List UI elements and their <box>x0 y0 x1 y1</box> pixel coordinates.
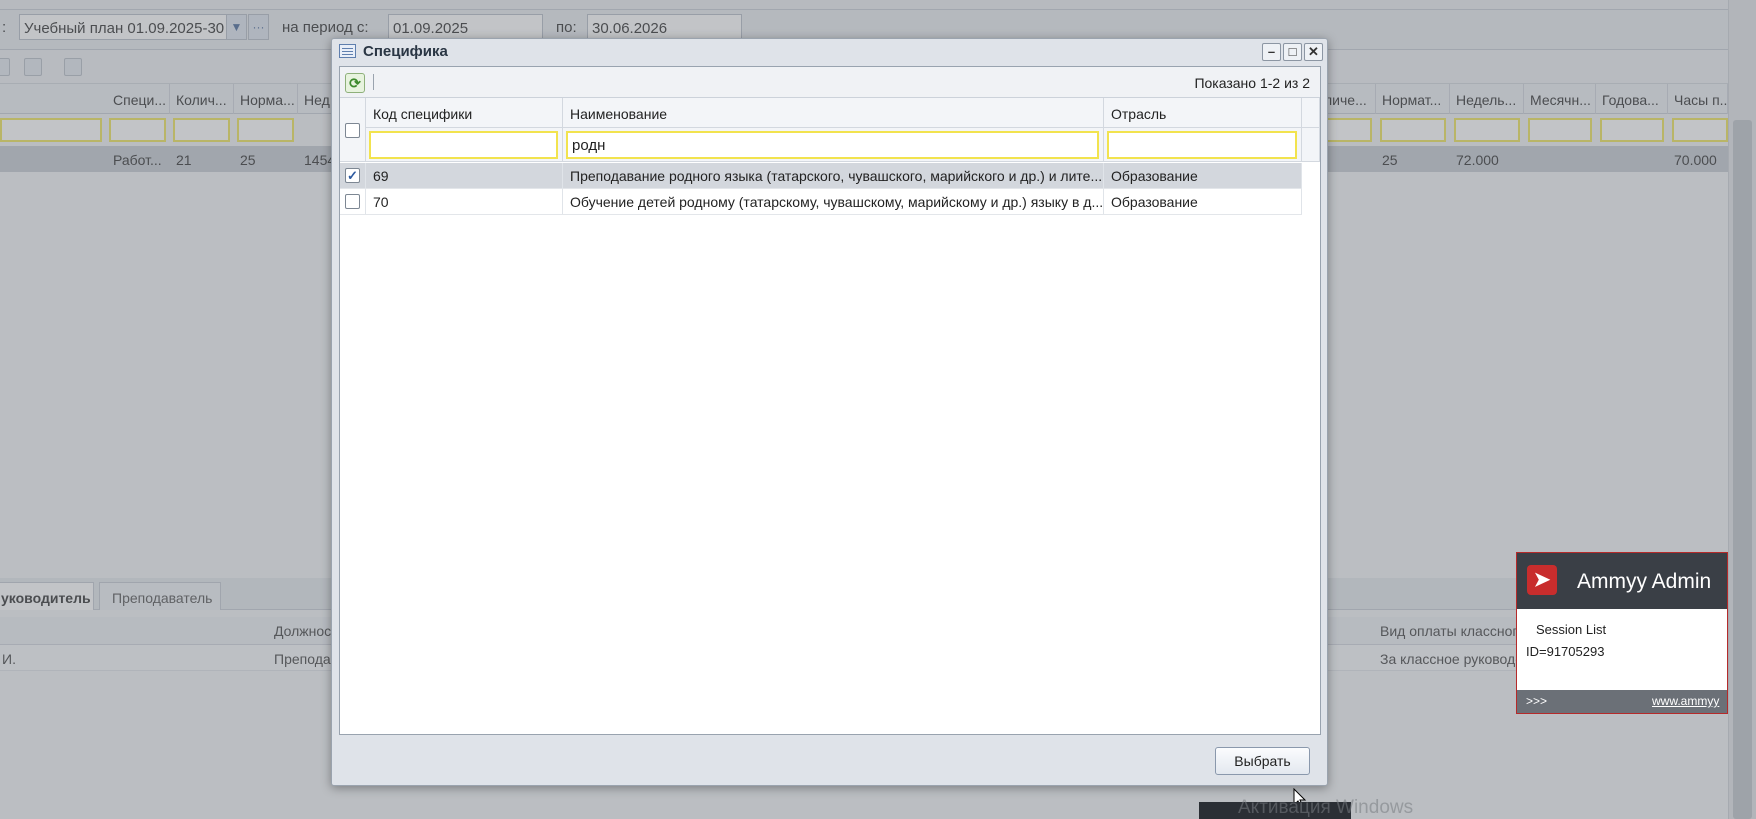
code-cell: 69 <box>366 163 563 188</box>
industry-cell: Образование <box>1104 163 1302 188</box>
row-checkbox-cell <box>340 189 366 214</box>
column-header-industry[interactable]: Отрасль <box>1104 98 1302 128</box>
row-checkbox[interactable]: ✓ <box>345 168 360 183</box>
filter-cell-name <box>563 128 1104 162</box>
close-icon[interactable]: ✕ <box>1304 43 1323 61</box>
filter-cell-code <box>366 128 563 162</box>
select-all-cell <box>340 98 366 162</box>
select-all-checkbox[interactable] <box>345 123 360 138</box>
toolbar-separator <box>373 74 374 90</box>
specifics-dialog: Специфика – □ ✕ ⟳ Показано 1-2 из 2 Код … <box>331 38 1328 786</box>
column-header-spacer <box>1302 98 1320 128</box>
window-icon <box>339 44 356 58</box>
code-cell: 70 <box>366 189 563 214</box>
name-cell: Преподавание родного языка (татарского, … <box>563 163 1104 188</box>
industry-filter-input[interactable] <box>1107 131 1297 159</box>
ammyy-title: Ammyy Admin <box>1577 570 1712 593</box>
row-checkbox-cell: ✓ <box>340 163 366 188</box>
column-header-code[interactable]: Код специфики <box>366 98 563 128</box>
windows-activation-watermark: Активация Windows <box>1238 797 1414 818</box>
dialog-title: Специфика <box>363 43 448 60</box>
ammyy-header: ➤ Ammyy Admin <box>1517 553 1727 609</box>
row-checkbox[interactable] <box>345 194 360 209</box>
paging-info: Показано 1-2 из 2 <box>1194 75 1310 91</box>
ammyy-id: ID=91705293 <box>1526 644 1605 659</box>
table-row[interactable]: 70 Обучение детей родному (татарскому, ч… <box>340 189 1302 215</box>
expand-arrows[interactable]: >>> <box>1526 694 1547 708</box>
select-button[interactable]: Выбрать <box>1215 747 1310 775</box>
dialog-titlebar[interactable]: Специфика – □ ✕ <box>332 39 1327 65</box>
table-row[interactable]: ✓ 69 Преподавание родного языка (татарск… <box>340 163 1302 189</box>
ammyy-logo-icon: ➤ <box>1527 565 1557 595</box>
name-filter-input[interactable] <box>566 131 1099 159</box>
maximize-icon[interactable]: □ <box>1283 43 1302 61</box>
refresh-icon[interactable]: ⟳ <box>345 73 365 93</box>
session-list-link[interactable]: Session List <box>1536 622 1606 637</box>
filter-cell-spacer <box>1302 128 1320 162</box>
column-header-name[interactable]: Наименование <box>563 98 1104 128</box>
ammyy-footer: >>> www.ammyy <box>1517 690 1727 713</box>
industry-cell: Образование <box>1104 189 1302 214</box>
name-cell: Обучение детей родному (татарскому, чува… <box>563 189 1104 214</box>
ammyy-website-link[interactable]: www.ammyy <box>1652 694 1719 708</box>
grid-toolbar: ⟳ Показано 1-2 из 2 <box>340 67 1320 98</box>
code-filter-input[interactable] <box>369 131 558 159</box>
dialog-grid: ⟳ Показано 1-2 из 2 Код специфики Наимен… <box>339 66 1321 735</box>
filter-cell-industry <box>1104 128 1302 162</box>
ammyy-admin-panel: ➤ Ammyy Admin Session List ID=91705293 >… <box>1516 552 1728 714</box>
minimize-icon[interactable]: – <box>1262 43 1281 61</box>
